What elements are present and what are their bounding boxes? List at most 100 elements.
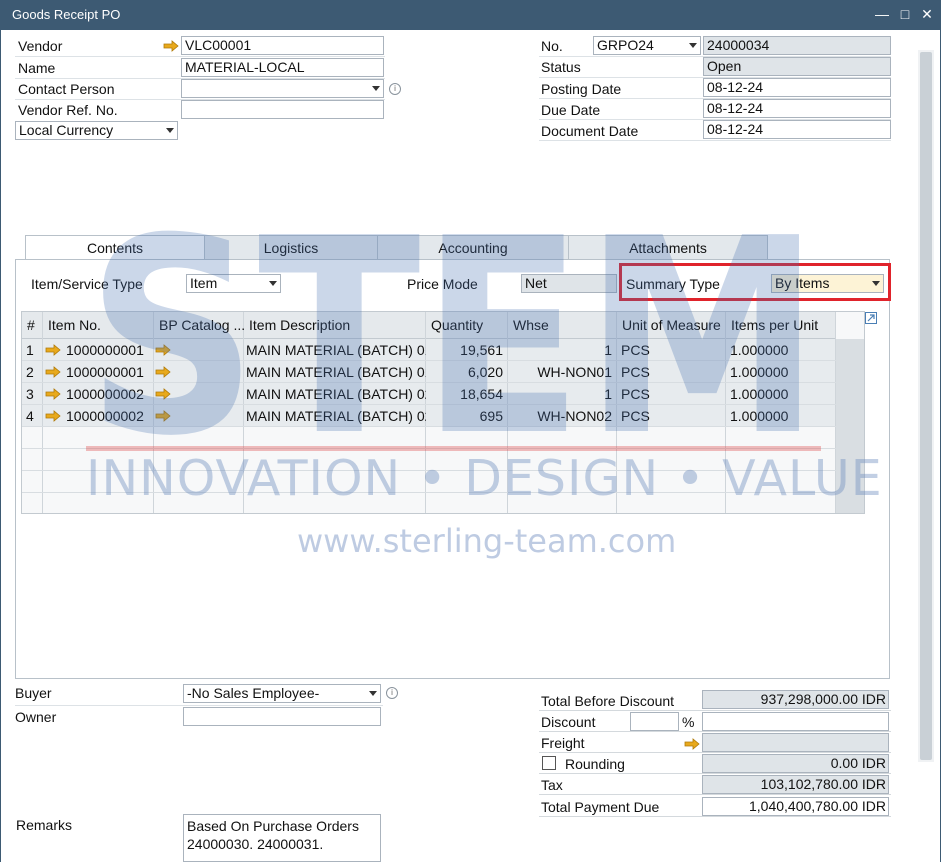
scrollbar-thumb[interactable]	[920, 52, 932, 760]
discount-amount-field[interactable]	[702, 712, 889, 731]
warehouse[interactable]: 1	[508, 383, 617, 405]
item-no[interactable]: 1000000002	[66, 383, 154, 405]
item-description[interactable]: MAIN MATERIAL (BATCH) 01	[246, 339, 426, 361]
item-link-arrow-icon[interactable]	[45, 410, 61, 422]
doc-number-field[interactable]: 24000034	[703, 36, 891, 55]
remarks-textarea[interactable]: Based On Purchase Orders 24000030. 24000…	[183, 814, 381, 862]
row-divider	[539, 794, 891, 795]
quantity[interactable]: 6,020	[426, 361, 508, 383]
item-no[interactable]: 1000000002	[66, 405, 154, 427]
total-payment-due-label: Total Payment Due	[541, 799, 660, 815]
unit-of-measure[interactable]: PCS	[617, 383, 726, 405]
discount-percent-field[interactable]	[630, 712, 679, 731]
header-uom[interactable]: Unit of Measure	[617, 312, 726, 339]
item-link-arrow-icon[interactable]	[45, 366, 61, 378]
owner-label: Owner	[15, 709, 57, 725]
owner-field[interactable]	[183, 707, 381, 726]
items-per-unit[interactable]: 1.000000	[726, 339, 836, 361]
quantity[interactable]: 19,561	[426, 339, 508, 361]
bp-catalog-arrow-icon[interactable]	[155, 388, 171, 400]
header-item-description[interactable]: Item Description	[244, 312, 426, 339]
header-row-number[interactable]: #	[22, 312, 43, 339]
freight-link-arrow-icon[interactable]	[684, 738, 700, 750]
warehouse[interactable]: WH-NON02	[508, 405, 617, 427]
header-whse[interactable]: Whse	[508, 312, 617, 339]
buyer-label: Buyer	[15, 685, 52, 701]
item-description[interactable]: MAIN MATERIAL (BATCH) 02	[246, 405, 426, 427]
buyer-select[interactable]: -No Sales Employee-	[183, 684, 381, 703]
header-quantity[interactable]: Quantity	[426, 312, 508, 339]
bp-catalog-arrow-icon[interactable]	[155, 366, 171, 378]
contact-person-select[interactable]	[181, 79, 384, 98]
empty-row[interactable]	[22, 471, 836, 493]
minimize-icon[interactable]: —	[872, 4, 892, 24]
info-icon[interactable]: i	[389, 83, 401, 95]
header-bp-catalog[interactable]: BP Catalog ...	[154, 312, 244, 339]
bp-catalog-arrow-icon[interactable]	[155, 344, 171, 356]
table-row[interactable]: 2 1000000001 MAIN MATERIAL (BATCH) 01 6,…	[22, 361, 836, 383]
vendor-field[interactable]: VLC00001	[181, 36, 384, 55]
window-title: Goods Receipt PO	[12, 7, 121, 22]
vendor-ref-field[interactable]	[181, 100, 384, 119]
percent-sign: %	[682, 714, 695, 730]
items-per-unit[interactable]: 1.000000	[726, 405, 836, 427]
unit-of-measure[interactable]: PCS	[617, 405, 726, 427]
buyer-value: -No Sales Employee-	[187, 685, 320, 701]
close-icon[interactable]: ✕	[917, 4, 937, 24]
maximize-icon[interactable]: □	[895, 4, 915, 24]
warehouse[interactable]: 1	[508, 339, 617, 361]
quantity[interactable]: 18,654	[426, 383, 508, 405]
chevron-down-icon	[269, 281, 277, 286]
warehouse[interactable]: WH-NON01	[508, 361, 617, 383]
quantity[interactable]: 695	[426, 405, 508, 427]
table-row[interactable]: 3 1000000002 MAIN MATERIAL (BATCH) 02 18…	[22, 383, 836, 405]
bp-catalog-arrow-icon[interactable]	[155, 410, 171, 422]
due-date-field[interactable]: 08-12-24	[703, 99, 891, 118]
item-description[interactable]: MAIN MATERIAL (BATCH) 02	[246, 383, 426, 405]
price-mode-field: Net	[521, 274, 617, 293]
price-mode-label: Price Mode	[407, 276, 478, 292]
item-no[interactable]: 1000000001	[66, 339, 154, 361]
empty-row[interactable]	[22, 449, 836, 471]
row-number: 1	[26, 342, 34, 358]
items-per-unit[interactable]: 1.000000	[726, 383, 836, 405]
currency-select[interactable]: Local Currency	[15, 121, 178, 140]
empty-row[interactable]	[22, 427, 836, 449]
tab-contents[interactable]: Contents	[25, 235, 205, 260]
header-item-no[interactable]: Item No.	[43, 312, 154, 339]
tab-attachments[interactable]: Attachments	[568, 235, 768, 259]
item-link-arrow-icon[interactable]	[45, 344, 61, 356]
series-select[interactable]: GRPO24	[593, 36, 701, 55]
table-row[interactable]: 4 1000000002 MAIN MATERIAL (BATCH) 02 69…	[22, 405, 836, 427]
tab-accounting[interactable]: Accounting	[377, 235, 569, 259]
tab-logistics[interactable]: Logistics	[204, 235, 378, 259]
rounding-checkbox[interactable]	[542, 756, 556, 770]
vendor-link-arrow-icon[interactable]	[163, 40, 179, 52]
chevron-down-icon	[369, 691, 377, 696]
posting-date-field[interactable]: 08-12-24	[703, 78, 891, 97]
header-items-per-unit[interactable]: Items per Unit	[726, 312, 836, 339]
currency-value: Local Currency	[19, 122, 114, 138]
item-link-arrow-icon[interactable]	[45, 388, 61, 400]
item-service-type-value: Item	[190, 275, 218, 291]
info-icon[interactable]: i	[386, 687, 398, 699]
status-label: Status	[541, 59, 581, 75]
item-description[interactable]: MAIN MATERIAL (BATCH) 01	[246, 361, 426, 383]
name-field[interactable]: MATERIAL-LOCAL	[181, 58, 384, 77]
chevron-down-icon	[372, 86, 380, 91]
item-service-type-select[interactable]: Item	[186, 274, 281, 293]
vertical-scrollbar[interactable]	[918, 50, 934, 762]
unit-of-measure[interactable]: PCS	[617, 339, 726, 361]
row-divider	[15, 56, 385, 57]
item-no[interactable]: 1000000001	[66, 361, 154, 383]
freight-label: Freight	[541, 735, 585, 751]
tax-field: 103,102,780.00 IDR	[702, 775, 889, 794]
series-value: GRPO24	[597, 37, 654, 53]
freight-field	[702, 733, 889, 752]
items-per-unit[interactable]: 1.000000	[726, 361, 836, 383]
expand-grid-icon[interactable]	[865, 311, 877, 324]
unit-of-measure[interactable]: PCS	[617, 361, 726, 383]
table-row[interactable]: 1 1000000001 MAIN MATERIAL (BATCH) 01 19…	[22, 339, 836, 361]
document-date-field[interactable]: 08-12-24	[703, 120, 891, 139]
row-divider	[539, 731, 891, 732]
